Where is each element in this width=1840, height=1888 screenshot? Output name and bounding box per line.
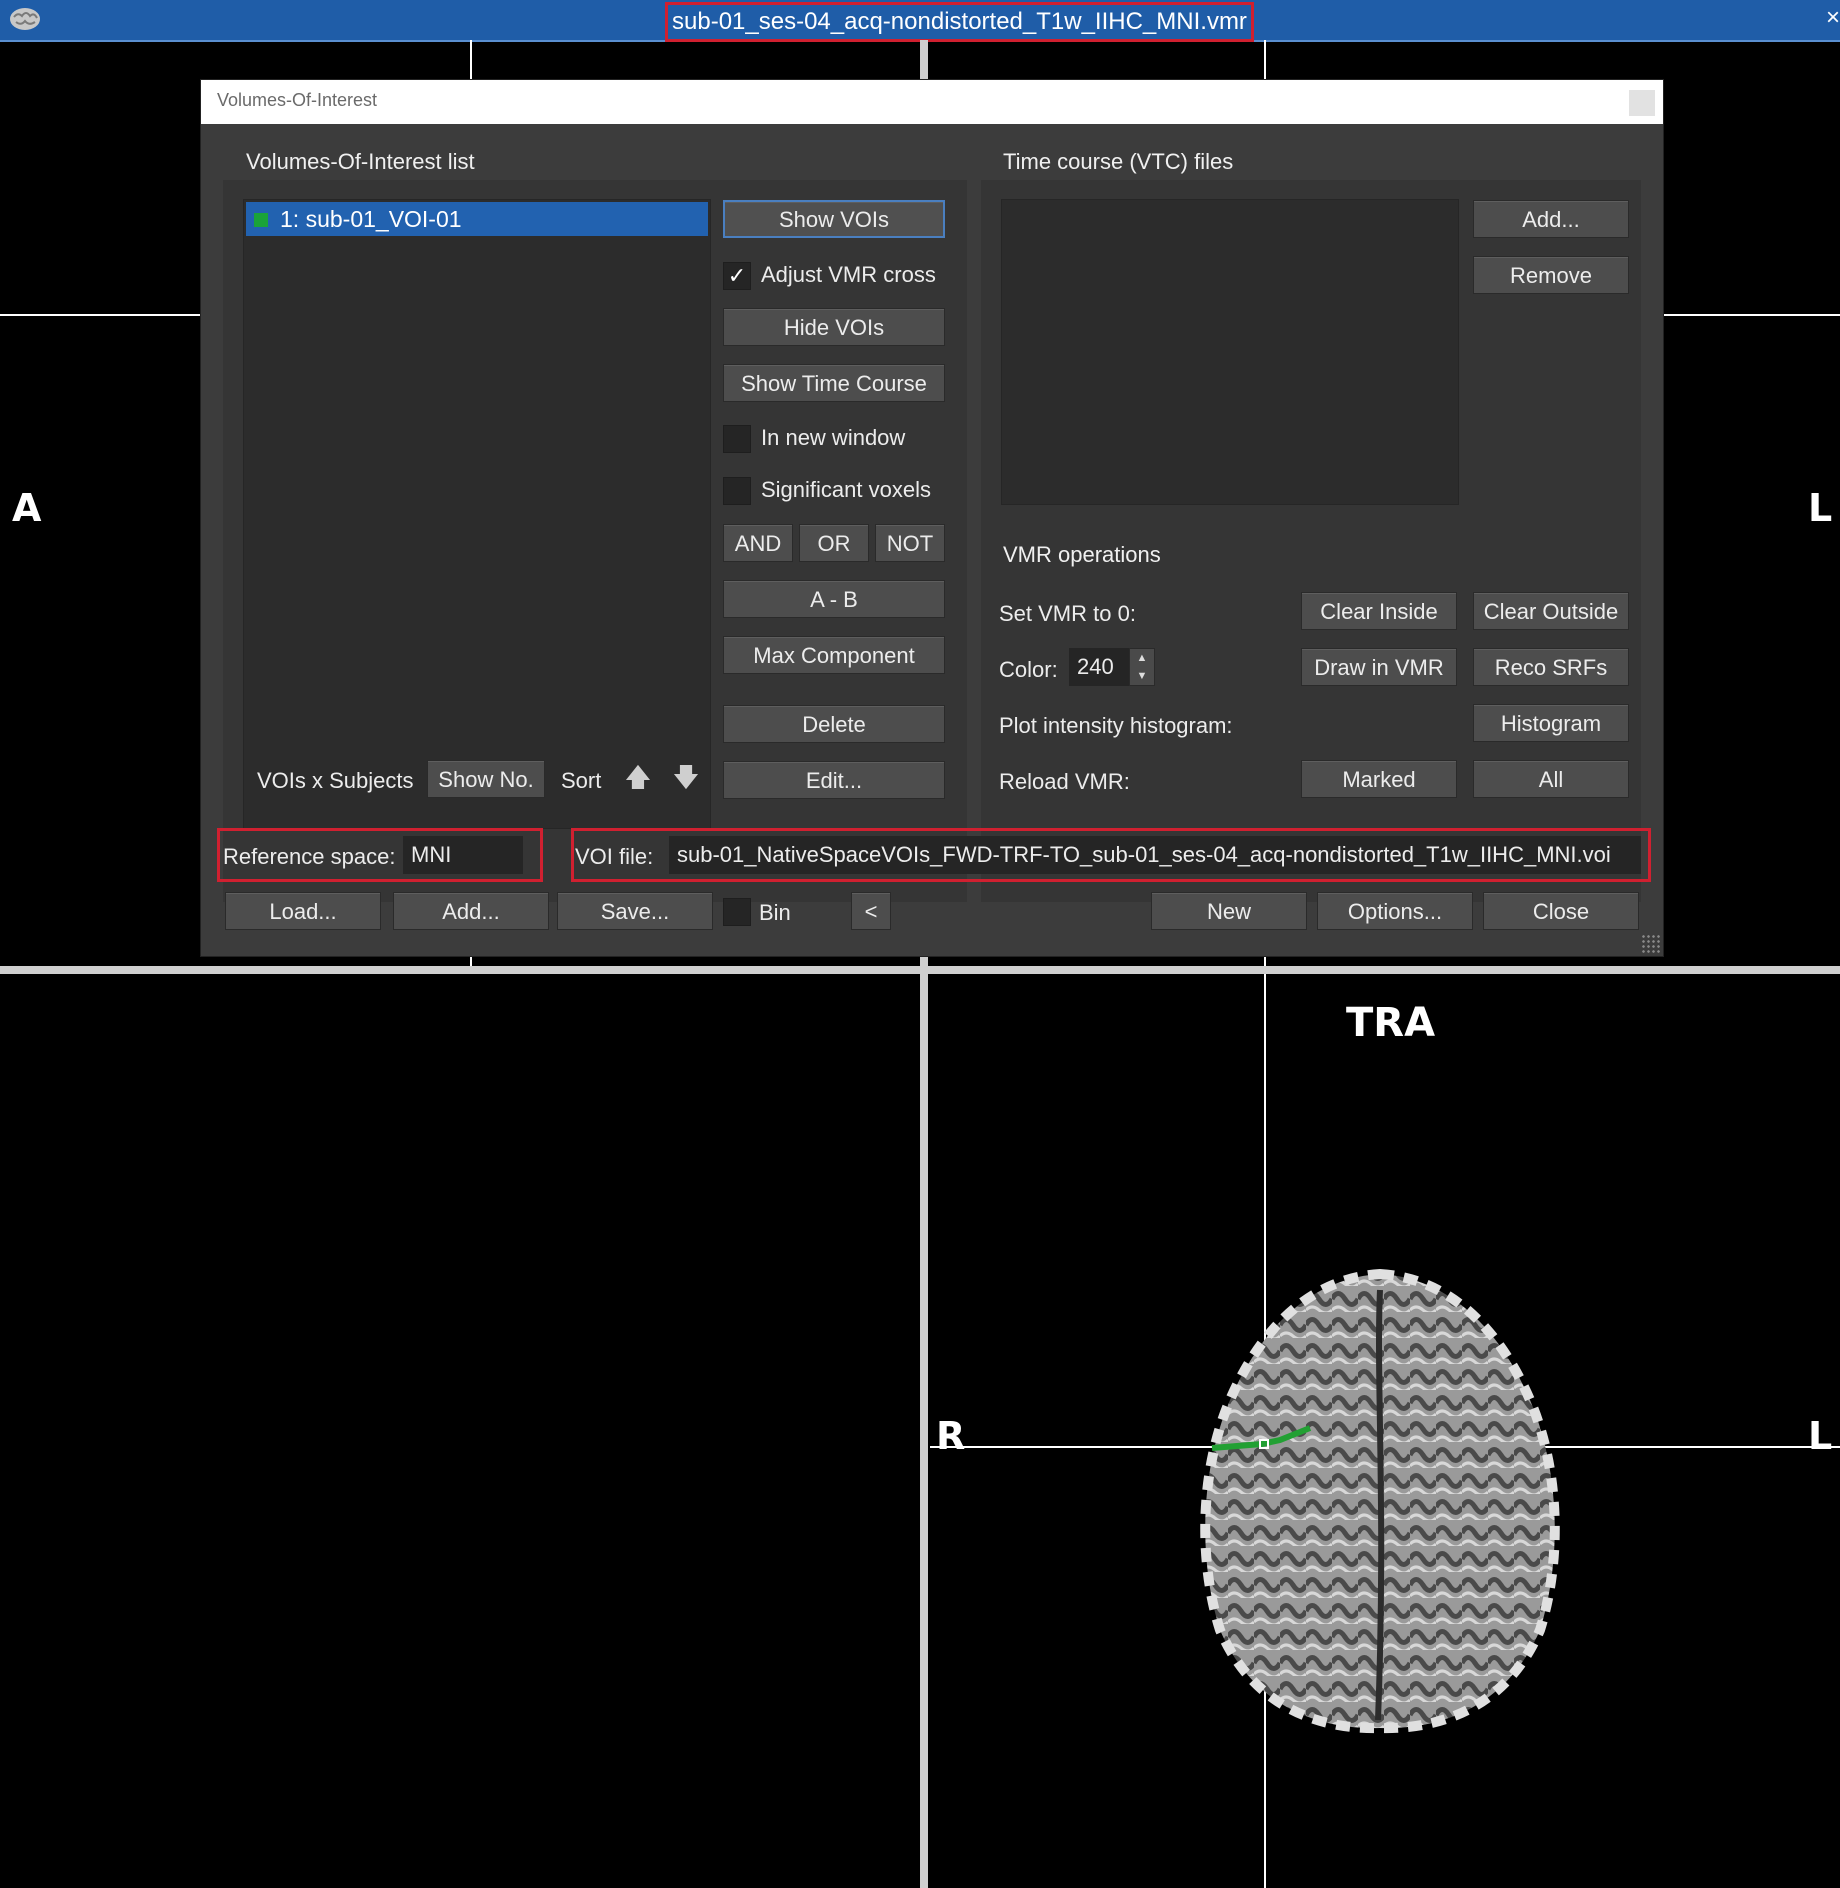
voi-file-field[interactable]: sub-01_NativeSpaceVOIs_FWD-TRF-TO_sub-01… — [669, 836, 1641, 874]
orientation-label-anterior: A — [12, 486, 42, 530]
plot-histogram-label: Plot intensity histogram: — [999, 713, 1233, 738]
crosshair-vertical-top-right — [1264, 40, 1266, 80]
view-divider-horizontal — [0, 966, 1840, 974]
new-button[interactable]: New — [1151, 892, 1307, 930]
view-divider-vertical-lower — [920, 956, 928, 1888]
show-no-button[interactable]: Show No. — [427, 760, 545, 798]
histogram-button[interactable]: Histogram — [1473, 704, 1629, 742]
in-new-window-label: In new window — [761, 425, 906, 450]
orientation-label-right: R — [936, 1414, 966, 1458]
not-button[interactable]: NOT — [875, 524, 945, 562]
voi-file-label: VOI file: — [575, 844, 654, 869]
max-component-button[interactable]: Max Component — [723, 636, 945, 674]
voi-listbox[interactable]: 1: sub-01_VOI-01 — [243, 199, 711, 829]
color-label: Color: — [999, 657, 1058, 682]
window-title: sub-01_ses-04_acq-nondistorted_T1w_IIHC_… — [665, 2, 1254, 42]
clear-outside-button[interactable]: Clear Outside — [1473, 592, 1629, 630]
volumes-of-interest-dialog: Volumes-Of-Interest Volumes-Of-Interest … — [201, 80, 1663, 956]
arrow-up-icon[interactable]: 🡅 — [623, 762, 653, 792]
crosshair-vertical-stub-left — [470, 956, 472, 966]
orientation-label-left-top: L — [1808, 486, 1833, 530]
dialog-header: Volumes-Of-Interest — [201, 80, 1663, 124]
bin-checkbox[interactable] — [723, 898, 751, 926]
set-vmr-label: Set VMR to 0: — [999, 601, 1136, 626]
options-button[interactable]: Options... — [1317, 892, 1473, 930]
view-label-tra: TRA — [1346, 1000, 1436, 1046]
vtc-heading: Time course (VTC) files — [1003, 149, 1234, 174]
save-button[interactable]: Save... — [557, 892, 713, 930]
vmr-operations-heading: VMR operations — [1003, 542, 1161, 567]
orientation-label-left: L — [1808, 1414, 1833, 1458]
bin-label: Bin — [759, 900, 791, 925]
crosshair-horizontal-top-right — [1663, 314, 1840, 316]
crosshair-vertical-stub-right — [1264, 956, 1266, 966]
load-button[interactable]: Load... — [225, 892, 381, 930]
significant-voxels-label: Significant voxels — [761, 477, 931, 502]
window-titlebar: sub-01_ses-04_acq-nondistorted_T1w_IIHC_… — [0, 0, 1840, 42]
adjust-vmr-cross-checkbox[interactable]: ✓ — [723, 262, 751, 290]
add-voi-button[interactable]: Add... — [393, 892, 549, 930]
draw-in-vmr-button[interactable]: Draw in VMR — [1301, 648, 1457, 686]
dialog-close-button[interactable] — [1629, 90, 1655, 116]
previous-button[interactable]: < — [851, 892, 891, 930]
a-minus-b-button[interactable]: A - B — [723, 580, 945, 618]
close-button[interactable]: Close — [1483, 892, 1639, 930]
and-button[interactable]: AND — [723, 524, 793, 562]
reference-space-label: Reference space: — [223, 844, 396, 869]
resize-grip-icon[interactable] — [1641, 934, 1661, 954]
voi-color-swatch — [254, 213, 268, 227]
all-button[interactable]: All — [1473, 760, 1629, 798]
view-divider-vertical — [920, 40, 928, 80]
dialog-title: Volumes-Of-Interest — [217, 90, 378, 110]
chevron-down-icon[interactable]: ▼ — [1130, 667, 1154, 685]
adjust-vmr-cross-label: Adjust VMR cross — [761, 262, 936, 287]
vtc-add-button[interactable]: Add... — [1473, 200, 1629, 238]
vtc-remove-button[interactable]: Remove — [1473, 256, 1629, 294]
brain-app-icon — [10, 8, 40, 30]
close-icon[interactable]: × — [1826, 0, 1840, 36]
sort-label: Sort — [561, 768, 602, 793]
crosshair-vertical-top-left — [470, 40, 472, 80]
delete-button[interactable]: Delete — [723, 705, 945, 743]
arrow-down-icon[interactable]: 🡇 — [671, 762, 701, 792]
reco-srfs-button[interactable]: Reco SRFs — [1473, 648, 1629, 686]
voi-list-heading: Volumes-Of-Interest list — [246, 149, 475, 174]
show-vois-button[interactable]: Show VOIs — [723, 200, 945, 238]
show-time-course-button[interactable]: Show Time Course — [723, 364, 945, 402]
voi-list-item-label: 1: sub-01_VOI-01 — [280, 206, 462, 232]
reference-space-field[interactable]: MNI — [403, 836, 523, 874]
brain-slice-image — [1200, 1268, 1560, 1734]
vois-x-subjects-label: VOIs x Subjects — [257, 768, 414, 793]
reload-vmr-label: Reload VMR: — [999, 769, 1130, 794]
in-new-window-checkbox[interactable] — [723, 425, 751, 453]
crosshair-horizontal-top-left — [0, 314, 201, 316]
hide-vois-button[interactable]: Hide VOIs — [723, 308, 945, 346]
chevron-up-icon[interactable]: ▲ — [1130, 649, 1154, 667]
marked-button[interactable]: Marked — [1301, 760, 1457, 798]
vtc-listbox[interactable] — [1001, 199, 1459, 505]
edit-button[interactable]: Edit... — [723, 761, 945, 799]
color-value-field[interactable]: 240 — [1069, 648, 1129, 686]
clear-inside-button[interactable]: Clear Inside — [1301, 592, 1457, 630]
significant-voxels-checkbox[interactable] — [723, 477, 751, 505]
list-item[interactable]: 1: sub-01_VOI-01 — [246, 202, 708, 236]
or-button[interactable]: OR — [799, 524, 869, 562]
color-spinner[interactable]: ▲ ▼ — [1129, 648, 1155, 686]
